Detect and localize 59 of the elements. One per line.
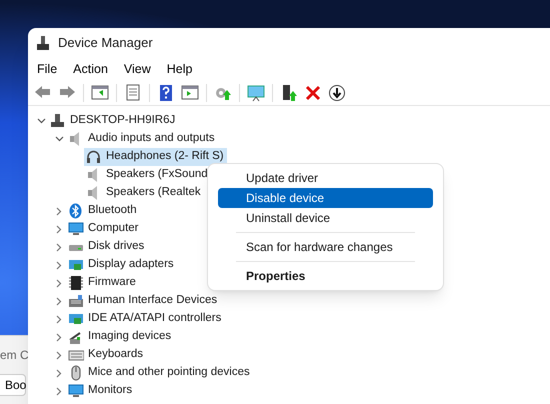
tree-item[interactable]: Display adapters	[66, 256, 177, 274]
chip-icon	[68, 275, 84, 291]
headphones-icon	[86, 149, 102, 165]
menu-item[interactable]: Properties	[218, 266, 433, 286]
tree-item[interactable]: Imaging devices	[66, 328, 174, 346]
chevron-down-icon[interactable]	[36, 118, 46, 124]
tree-item[interactable]: Human Interface Devices	[66, 292, 220, 310]
help-icon[interactable]	[157, 84, 175, 102]
window-title: Device Manager	[58, 34, 153, 52]
bluetooth-icon	[68, 203, 84, 219]
chevron-right-icon[interactable]	[56, 206, 62, 216]
chevron-right-icon[interactable]	[56, 386, 62, 396]
menu-item[interactable]: Help	[162, 60, 198, 78]
tree-item[interactable]: Bluetooth	[66, 202, 140, 220]
computer-tower-icon	[36, 36, 50, 50]
x-icon[interactable]	[304, 84, 322, 102]
chevron-right-icon[interactable]	[56, 242, 62, 252]
tree-item[interactable]: Firmware	[66, 274, 139, 292]
chevron-right-icon[interactable]	[56, 278, 62, 288]
properties-icon[interactable]	[124, 84, 142, 102]
chevron-right-icon[interactable]	[56, 332, 62, 342]
tree-item[interactable]: Mice and other pointing devices	[66, 364, 253, 382]
tree-item[interactable]: DESKTOP-HH9IR6J	[48, 112, 178, 130]
monitor-icon	[68, 221, 84, 237]
menu-item[interactable]: Update driver	[218, 168, 433, 188]
monitor-icon[interactable]	[247, 84, 265, 102]
menu-item[interactable]: Scan for hardware changes	[218, 237, 433, 257]
tree-item[interactable]: Speakers (FxSound	[84, 166, 211, 184]
chevron-right-icon[interactable]	[56, 350, 62, 360]
monitor-icon	[68, 383, 84, 399]
computer-icon	[50, 113, 66, 129]
chevron-right-icon[interactable]	[56, 260, 62, 270]
tree-item[interactable]: Headphones (2- Rift S)	[84, 148, 227, 166]
chevron-right-icon[interactable]	[56, 368, 62, 378]
tree-item[interactable]: Audio inputs and outputs	[66, 130, 218, 148]
menu-item[interactable]: File	[32, 60, 62, 78]
panel-icon[interactable]	[91, 84, 109, 102]
menu-item[interactable]: Uninstall device	[218, 208, 433, 228]
menu-item[interactable]: Action	[68, 60, 113, 78]
device-update-icon[interactable]	[280, 84, 298, 102]
tree-item[interactable]: Computer	[66, 220, 142, 238]
chevron-right-icon[interactable]	[56, 224, 62, 234]
chevron-right-icon[interactable]	[56, 314, 62, 324]
tree-item[interactable]: Speakers (Realtek	[84, 184, 204, 202]
menu-item[interactable]: View	[118, 60, 156, 78]
tree-item[interactable]: Keyboards	[66, 346, 146, 364]
chevron-right-icon[interactable]	[56, 296, 62, 306]
chevron-down-icon[interactable]	[54, 136, 64, 142]
window-text: em C	[0, 347, 29, 364]
button[interactable]: Boo	[0, 374, 26, 396]
tree-item[interactable]: IDE ATA/ATAPI controllers	[66, 310, 224, 328]
tree-item[interactable]: Monitors	[66, 382, 136, 400]
tree-item[interactable]: Disk drives	[66, 238, 148, 256]
card-icon	[68, 311, 84, 327]
card-icon	[68, 257, 84, 273]
menu-item[interactable]: Disable device	[218, 188, 433, 208]
down-arrow-circle-icon[interactable]	[328, 84, 346, 102]
keyboard-hand-icon	[68, 293, 84, 309]
window-icon[interactable]	[181, 84, 199, 102]
